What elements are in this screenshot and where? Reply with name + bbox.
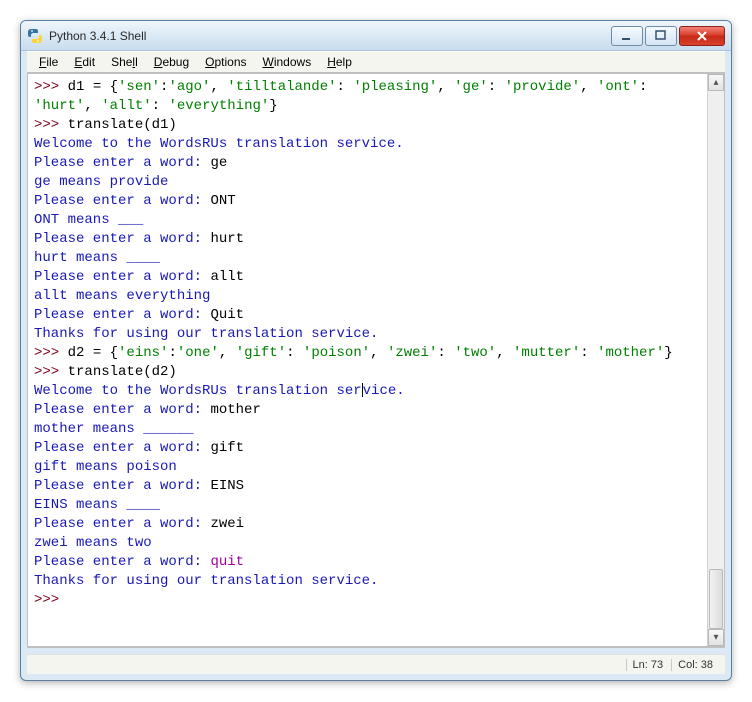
- maximize-icon: [655, 30, 667, 42]
- status-col: Col: 38: [671, 659, 719, 671]
- minimize-button[interactable]: [611, 26, 643, 46]
- titlebar[interactable]: Python 3.4.1 Shell: [21, 21, 731, 51]
- close-icon: [695, 30, 709, 42]
- menu-edit[interactable]: Edit: [66, 53, 103, 71]
- content-wrap: >>> d1 = {'sen':'ago', 'tilltalande': 'p…: [27, 73, 725, 648]
- menu-shell[interactable]: Shell: [103, 53, 146, 71]
- menu-debug[interactable]: Debug: [146, 53, 197, 71]
- menu-help[interactable]: Help: [319, 53, 360, 71]
- window-title: Python 3.4.1 Shell: [49, 29, 611, 43]
- python-icon: [27, 28, 43, 44]
- window-controls: [611, 26, 725, 46]
- vertical-scrollbar[interactable]: ▴ ▾: [707, 74, 724, 646]
- menu-file[interactable]: File: [31, 53, 66, 71]
- menu-options[interactable]: Options: [197, 53, 254, 71]
- editor-area: >>> d1 = {'sen':'ago', 'tilltalande': 'p…: [27, 73, 725, 647]
- close-button[interactable]: [679, 26, 725, 46]
- scroll-track[interactable]: [708, 91, 724, 629]
- minimize-icon: [621, 30, 633, 42]
- maximize-button[interactable]: [645, 26, 677, 46]
- menu-windows[interactable]: Windows: [255, 53, 320, 71]
- statusbar: Ln: 73 Col: 38: [27, 654, 725, 674]
- scroll-thumb[interactable]: [709, 569, 723, 629]
- scroll-up-button[interactable]: ▴: [708, 74, 724, 91]
- menubar: File Edit Shell Debug Options Windows He…: [27, 51, 725, 73]
- app-window: Python 3.4.1 Shell File Edit Shell Debug…: [20, 20, 732, 681]
- shell-text[interactable]: >>> d1 = {'sen':'ago', 'tilltalande': 'p…: [28, 74, 707, 646]
- scroll-down-button[interactable]: ▾: [708, 629, 724, 646]
- status-line: Ln: 73: [626, 659, 670, 671]
